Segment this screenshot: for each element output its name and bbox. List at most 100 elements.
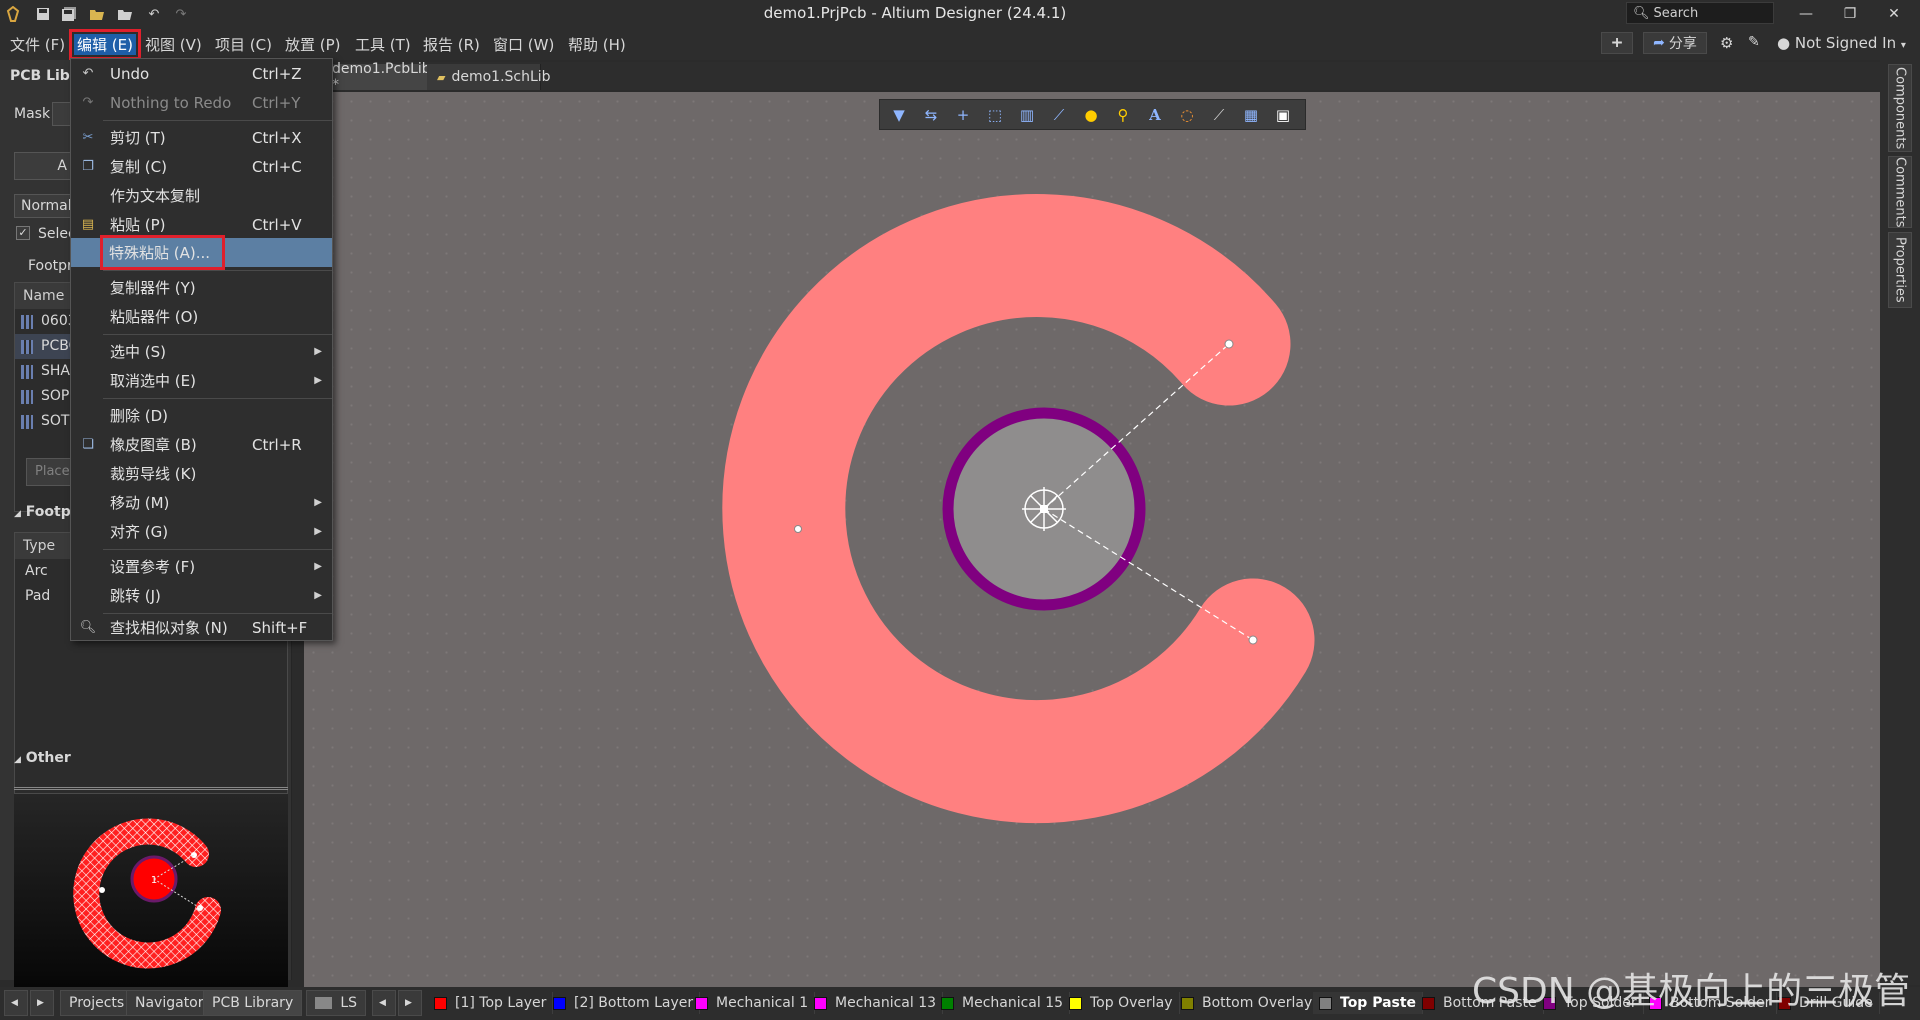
layer-set-label: LS bbox=[340, 995, 357, 1011]
submenu-arrow-icon: ▶ bbox=[314, 590, 322, 601]
menu-item-select[interactable]: 选中 (S) ▶ bbox=[71, 337, 332, 366]
menu-item-cut[interactable]: ✂ 剪切 (T) Ctrl+X bbox=[71, 123, 332, 152]
arc-start-handle[interactable] bbox=[1224, 339, 1234, 349]
menu-item-paste[interactable]: ▤ 粘贴 (P) Ctrl+V bbox=[71, 210, 332, 239]
tab-properties[interactable]: Properties bbox=[1888, 232, 1912, 308]
restore-button[interactable]: ❐ bbox=[1828, 2, 1872, 26]
layer-scroll-right-button[interactable]: ▶ bbox=[398, 990, 422, 1016]
layer-name: Top Paste bbox=[1340, 995, 1417, 1011]
menu-item-deselect[interactable]: 取消选中 (E) ▶ bbox=[71, 366, 332, 395]
filter-icon[interactable]: ▼ bbox=[888, 104, 910, 126]
arc-mid-handle[interactable] bbox=[794, 525, 802, 533]
layer-color-swatch bbox=[434, 996, 447, 1010]
normal-select[interactable]: Normal bbox=[14, 194, 74, 218]
menu-item-label: 粘贴 (P) bbox=[110, 216, 166, 234]
scroll-left-button[interactable]: ◀ bbox=[4, 990, 28, 1016]
tab-comments[interactable]: Comments bbox=[1888, 156, 1912, 228]
user-menu[interactable]: ● Not Signed In ▾ bbox=[1777, 34, 1906, 52]
layer-scroll-left-button[interactable]: ◀ bbox=[372, 990, 396, 1016]
layer-tab-top-layer[interactable]: [1] Top Layer bbox=[428, 992, 554, 1014]
menu-project[interactable]: 项目 (C) bbox=[215, 34, 272, 55]
menu-item-label: 复制器件 (Y) bbox=[110, 279, 196, 297]
minimize-button[interactable]: — bbox=[1784, 2, 1828, 26]
tab-schlib[interactable]: ▰ demo1.SchLib bbox=[427, 64, 551, 90]
menu-item-label: 对齐 (G) bbox=[110, 523, 169, 541]
footprints-section-title: Footpr bbox=[28, 258, 73, 274]
select-rect-icon[interactable]: ⬚ bbox=[984, 104, 1006, 126]
place-button[interactable]: Place bbox=[26, 458, 74, 486]
scroll-right-button[interactable]: ▶ bbox=[30, 990, 54, 1016]
edit-menu-dropdown: ↶ Undo Ctrl+Z ↷ Nothing to Redo Ctrl+Y ✂… bbox=[70, 58, 333, 641]
layer-color-swatch bbox=[695, 996, 708, 1010]
menu-help[interactable]: 帮助 (H) bbox=[568, 34, 626, 55]
place-region-icon[interactable]: ▦ bbox=[1240, 104, 1262, 126]
menu-item-label: Nothing to Redo bbox=[110, 93, 232, 112]
layer-tab-bottom-layer[interactable]: [2] Bottom Layer bbox=[547, 992, 701, 1014]
layer-tab-top-overlay[interactable]: Top Overlay bbox=[1063, 992, 1180, 1014]
menu-place[interactable]: 放置 (P) bbox=[285, 34, 341, 55]
menu-item-copy-as-text[interactable]: 作为文本复制 bbox=[71, 181, 332, 210]
place-pad-icon[interactable]: ● bbox=[1080, 104, 1102, 126]
place-line-icon[interactable]: ⟋ bbox=[1208, 104, 1230, 126]
align-icon[interactable]: ▥ bbox=[1016, 104, 1038, 126]
primitives-section-title[interactable]: ◢ Footpr bbox=[14, 504, 78, 520]
type-column-header[interactable]: Type bbox=[15, 533, 75, 559]
layer-color-swatch bbox=[553, 996, 566, 1010]
menu-edit[interactable]: 编辑 (E) bbox=[69, 29, 141, 60]
tab-pcb-library[interactable]: PCB Library bbox=[203, 990, 303, 1016]
other-section-title[interactable]: ◢ Other bbox=[14, 750, 71, 766]
menu-item-paste-component[interactable]: 粘贴器件 (O) bbox=[71, 302, 332, 331]
arc-end-handle[interactable] bbox=[1248, 635, 1258, 645]
menu-item-set-reference[interactable]: 设置参考 (F) ▶ bbox=[71, 552, 332, 581]
menu-item-paste-special[interactable]: 特殊粘贴 (A)... bbox=[71, 235, 332, 270]
menu-item-rubber-stamp[interactable]: ❏ 橡皮图章 (B) Ctrl+R bbox=[71, 430, 332, 459]
share-button[interactable]: ➦ 分享 bbox=[1643, 32, 1707, 54]
select-checkbox[interactable]: ✓ bbox=[16, 226, 30, 240]
place-via-icon[interactable]: ⚲ bbox=[1112, 104, 1134, 126]
layer-tab-mechanical-1[interactable]: Mechanical 1 bbox=[689, 992, 816, 1014]
menu-item-copy[interactable]: ❐ 复制 (C) Ctrl+C bbox=[71, 152, 332, 181]
comment-button[interactable]: ➕︎ bbox=[1601, 32, 1633, 54]
menu-item-move[interactable]: 移动 (M) ▶ bbox=[71, 488, 332, 517]
settings-gear-icon[interactable]: ⚙ bbox=[1720, 34, 1733, 52]
place-button-label: Place bbox=[35, 464, 70, 479]
menu-item-jump[interactable]: 跳转 (J) ▶ bbox=[71, 581, 332, 610]
place-track-icon[interactable]: ⟋ bbox=[1048, 104, 1070, 126]
tab-projects[interactable]: Projects bbox=[60, 990, 134, 1016]
layer-tab-mechanical-15[interactable]: Mechanical 15 bbox=[935, 992, 1071, 1014]
layer-set-button[interactable]: LS bbox=[306, 990, 366, 1016]
place-text-icon[interactable]: A bbox=[1144, 104, 1166, 126]
menu-item-undo[interactable]: ↶ Undo Ctrl+Z bbox=[71, 59, 332, 88]
menu-item-shortcut: Ctrl+Z bbox=[252, 64, 302, 83]
menu-item-find-similar[interactable]: 🔍︎ 查找相似对象 (N) Shift+F bbox=[71, 613, 332, 642]
route-icon[interactable]: ⇆ bbox=[920, 104, 942, 126]
place-fill-icon[interactable]: ▣ bbox=[1272, 104, 1294, 126]
place-arc-icon[interactable]: ◌ bbox=[1176, 104, 1198, 126]
crosshair-icon[interactable]: + bbox=[952, 104, 974, 126]
menu-item-slice-tracks[interactable]: 裁剪导线 (K) bbox=[71, 459, 332, 488]
menu-item-redo[interactable]: ↷ Nothing to Redo Ctrl+Y bbox=[71, 88, 332, 117]
panel-title: PCB Libr bbox=[10, 68, 77, 84]
close-button[interactable]: ✕ bbox=[1872, 2, 1916, 26]
footprint-icon bbox=[21, 390, 33, 404]
layer-tab-bottom-overlay[interactable]: Bottom Overlay bbox=[1175, 992, 1320, 1014]
menu-file[interactable]: 文件 (F) bbox=[10, 34, 65, 55]
layer-tab-mechanical-13[interactable]: Mechanical 13 bbox=[808, 992, 944, 1014]
apply-button[interactable]: A bbox=[14, 152, 74, 180]
tab-components[interactable]: Components bbox=[1888, 64, 1912, 152]
layer-tab-top-paste[interactable]: Top Paste bbox=[1313, 992, 1424, 1014]
menu-reports[interactable]: 报告 (R) bbox=[423, 34, 480, 55]
menu-item-delete[interactable]: 删除 (D) bbox=[71, 401, 332, 430]
pcb-canvas[interactable] bbox=[304, 92, 1880, 987]
menu-item-duplicate-component[interactable]: 复制器件 (Y) bbox=[71, 273, 332, 302]
menu-item-align[interactable]: 对齐 (G) ▶ bbox=[71, 517, 332, 546]
tab-navigator[interactable]: Navigator bbox=[126, 990, 213, 1016]
menu-tools[interactable]: 工具 (T) bbox=[355, 34, 411, 55]
footprint-icon bbox=[21, 340, 33, 354]
menu-window[interactable]: 窗口 (W) bbox=[493, 34, 554, 55]
notifications-icon[interactable]: ✎ bbox=[1748, 34, 1760, 50]
add-comment-icon: ➕︎ bbox=[1611, 35, 1623, 51]
menu-view[interactable]: 视图 (V) bbox=[145, 34, 202, 55]
menu-item-label: 删除 (D) bbox=[110, 407, 169, 425]
search-input[interactable]: 🔍︎ Search bbox=[1626, 2, 1774, 24]
